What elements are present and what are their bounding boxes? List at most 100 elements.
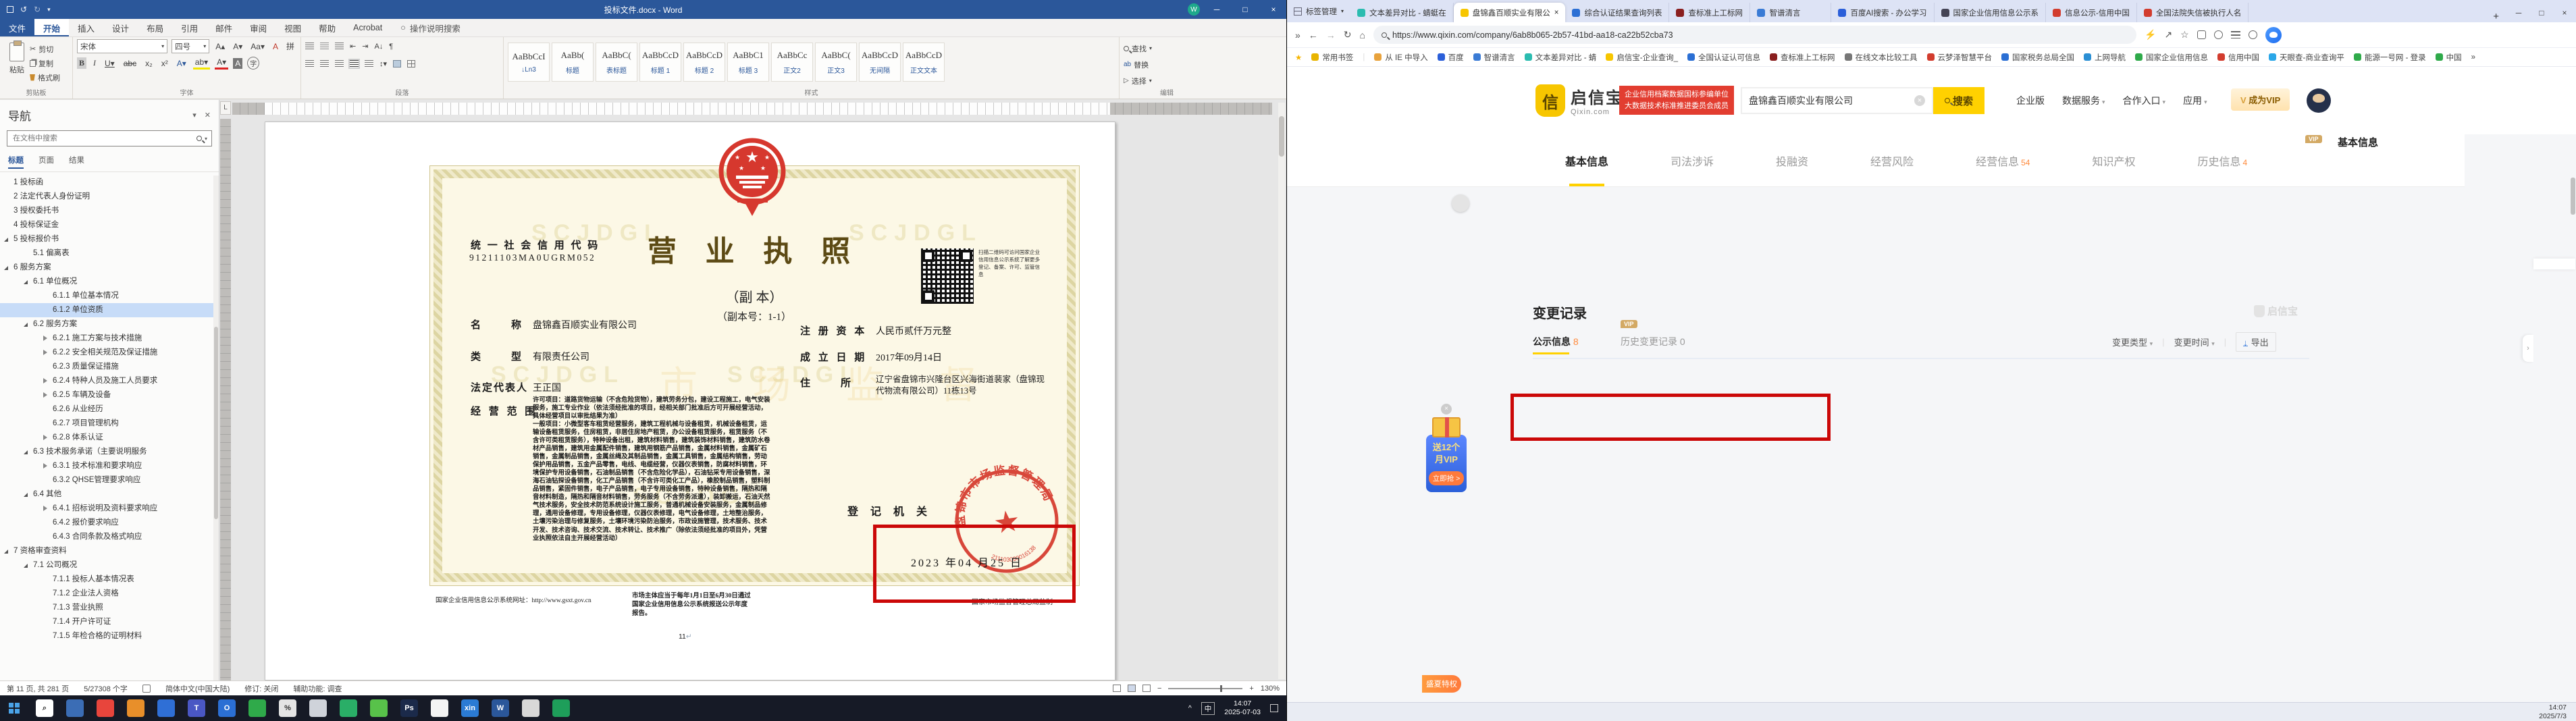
- profile-tab-经营风险[interactable]: 经营风险: [1870, 153, 1914, 169]
- browser-tab[interactable]: 全国法院失信被执行人名: [2137, 3, 2249, 22]
- topnav-数据服务[interactable]: 数据服务 ▾: [2062, 94, 2105, 107]
- bookmark-item[interactable]: 文本差异对比 - 蜻: [1524, 52, 1596, 63]
- outline-item[interactable]: 6.3.1 技术标准和要求响应: [0, 459, 213, 473]
- close-promo-icon[interactable]: ×: [1441, 404, 1452, 415]
- qixin-logo[interactable]: 启信宝 Qixin.com: [1571, 84, 1623, 116]
- outline-item[interactable]: 6.1 单位概况: [0, 275, 213, 289]
- taskbar-app-icon[interactable]: [157, 699, 175, 717]
- profile-tab-知识产权[interactable]: 知识产权: [2092, 153, 2135, 169]
- bookmark-item[interactable]: 上网导航: [2084, 52, 2126, 63]
- overflow-chevrons-icon[interactable]: »: [1295, 30, 1300, 41]
- clear-format-button[interactable]: A: [271, 41, 280, 52]
- replace-button[interactable]: ab 替换: [1124, 58, 1210, 71]
- close-button[interactable]: ×: [1262, 0, 1285, 19]
- address-bar[interactable]: https://www.qixin.com/company/6ab8b065-2…: [1373, 26, 2136, 44]
- bookmarks-overflow-icon[interactable]: »: [2471, 53, 2475, 61]
- bookmark-item[interactable]: 查标准上工标网: [1770, 52, 1835, 63]
- url-text[interactable]: https://www.qixin.com/company/6ab8b065-2…: [1392, 30, 1673, 40]
- distribute-icon[interactable]: [365, 60, 373, 68]
- bookmark-item[interactable]: 在线文本比较工具: [1844, 52, 1918, 63]
- page-scrollbar-thumb[interactable]: [2571, 178, 2575, 215]
- nav-tab-结果[interactable]: 结果: [69, 155, 84, 169]
- new-tab-button[interactable]: +: [2485, 11, 2507, 22]
- user-avatar[interactable]: [2307, 88, 2331, 113]
- outline-item[interactable]: 6.1.2 单位资质: [0, 303, 213, 317]
- company-search-value[interactable]: 盘锦鑫百顺实业有限公司: [1749, 94, 1853, 107]
- become-vip-button[interactable]: V 成为VIP: [2231, 88, 2290, 111]
- select-button[interactable]: ▷ 选择 ▾: [1124, 74, 1210, 87]
- bookmark-item[interactable]: 启信宝-企业查询_: [1606, 52, 1678, 63]
- font-size-select[interactable]: 四号 ▾: [172, 39, 210, 53]
- align-left-icon[interactable]: [305, 60, 314, 68]
- vertical-ruler[interactable]: [220, 119, 231, 680]
- collapse-arrow-icon[interactable]: [43, 392, 47, 398]
- pilcrow-icon[interactable]: ¶: [389, 43, 393, 51]
- word-count[interactable]: 5/27308 个字: [84, 683, 128, 694]
- bookmark-item[interactable]: 云梦泽智慧平台: [1926, 52, 1992, 63]
- font-color-button[interactable]: A▾: [215, 57, 229, 70]
- bookmark-item[interactable]: 中国: [2435, 52, 2462, 63]
- outline-item[interactable]: 6.2.6 从业经历: [0, 402, 213, 417]
- enclose-char-button[interactable]: 字: [247, 57, 260, 70]
- italic-button[interactable]: I: [91, 57, 98, 69]
- chevron-down-icon[interactable]: ▾: [192, 111, 196, 119]
- expand-arrow-icon[interactable]: [24, 450, 28, 454]
- text-effects-button[interactable]: A▾: [175, 58, 188, 69]
- expand-arrow-icon[interactable]: [4, 550, 8, 554]
- taskbar-app-icon[interactable]: ⌕: [36, 699, 53, 717]
- format-painter-button[interactable]: 格式刷: [30, 71, 60, 84]
- expand-arrow-icon[interactable]: [4, 266, 8, 270]
- profile-tab-投融资[interactable]: 投融资: [1776, 153, 1808, 169]
- taskbar-app-icon[interactable]: [66, 699, 84, 717]
- outline-item[interactable]: 7.1.4 开户许可证: [0, 615, 213, 629]
- justify-icon[interactable]: [350, 60, 359, 68]
- style-chip[interactable]: AaBbC(正文3: [815, 43, 857, 82]
- collapse-arrow-icon[interactable]: [43, 463, 47, 469]
- collapse-arrow-icon[interactable]: [43, 506, 47, 511]
- shading-icon[interactable]: [393, 60, 402, 68]
- tab-public-info[interactable]: 公示信息 8: [1533, 335, 1579, 354]
- style-chip[interactable]: AaBb(标题: [552, 43, 594, 82]
- profile-tab-历史信息[interactable]: 历史信息 4: [2197, 153, 2247, 169]
- outline-item[interactable]: 5 投标报价书: [0, 232, 213, 246]
- outline-item[interactable]: 7.1.3 营业执照: [0, 601, 213, 615]
- save-icon[interactable]: [7, 6, 14, 13]
- style-chip[interactable]: AaBbCcD 无间隔: [859, 43, 901, 82]
- ribbon-tab-文件[interactable]: 文件: [0, 19, 35, 36]
- phonetic-guide-button[interactable]: 拼: [284, 40, 296, 53]
- increase-indent-icon[interactable]: ⇥: [362, 42, 368, 51]
- bookmark-item[interactable]: 信用中国: [2217, 52, 2259, 63]
- reload-icon[interactable]: ↻: [1344, 29, 1352, 41]
- zoom-out-button[interactable]: −: [1157, 685, 1161, 693]
- browser-tab[interactable]: 百度AI搜索 - 办公学习: [1831, 3, 1935, 22]
- collapse-arrow-icon[interactable]: [43, 378, 47, 383]
- style-chip[interactable]: AaBbCcD 标题 1: [639, 43, 681, 82]
- browser-account-avatar[interactable]: [2265, 26, 2282, 43]
- tab-stop-selector[interactable]: L: [220, 101, 231, 115]
- outline-item[interactable]: 6.2.4 特种人员及施工人员要求: [0, 374, 213, 388]
- claim-button[interactable]: 立即抢 >: [1429, 471, 1464, 486]
- taskbar-app-icon[interactable]: [248, 699, 266, 717]
- expand-arrow-icon[interactable]: [4, 238, 8, 242]
- taskbar-app-icon[interactable]: [127, 699, 144, 717]
- outline-item[interactable]: 6.2.3 质量保证措施: [0, 360, 213, 374]
- taskbar-app-icon[interactable]: %: [279, 699, 296, 717]
- outline-item[interactable]: 6.2.5 车辆及设备: [0, 388, 213, 402]
- find-button[interactable]: 查找 ▾: [1124, 42, 1210, 55]
- zoom-level[interactable]: 130%: [1261, 685, 1280, 693]
- bookmark-item[interactable]: 天眼查-商业查询平: [2269, 52, 2344, 63]
- outline-item[interactable]: 6.3.2 QHSE管理要求响应: [0, 473, 213, 487]
- topnav-合作入口[interactable]: 合作入口 ▾: [2123, 94, 2166, 107]
- taskbar-clock[interactable]: 14:07 2025/7/3: [2539, 703, 2576, 720]
- outline-item[interactable]: 6.4.3 合同条款及格式响应: [0, 530, 213, 544]
- outline-item[interactable]: 2 法定代表人身份证明: [0, 190, 213, 204]
- bookmark-item[interactable]: 国家企业信用信息: [2135, 52, 2208, 63]
- taskbar-app-icon[interactable]: [431, 699, 448, 717]
- browser-tab[interactable]: 信息公示-信用中国: [2046, 3, 2137, 22]
- start-button[interactable]: [5, 699, 23, 717]
- menu-icon[interactable]: [2230, 31, 2240, 38]
- font-name-select[interactable]: 宋体 ▾: [77, 39, 168, 53]
- taskbar-app-icon[interactable]: T: [188, 699, 205, 717]
- style-chip[interactable]: AaBbCcD 标题 2: [683, 43, 725, 82]
- ribbon-tab-插入[interactable]: 插入: [69, 19, 103, 36]
